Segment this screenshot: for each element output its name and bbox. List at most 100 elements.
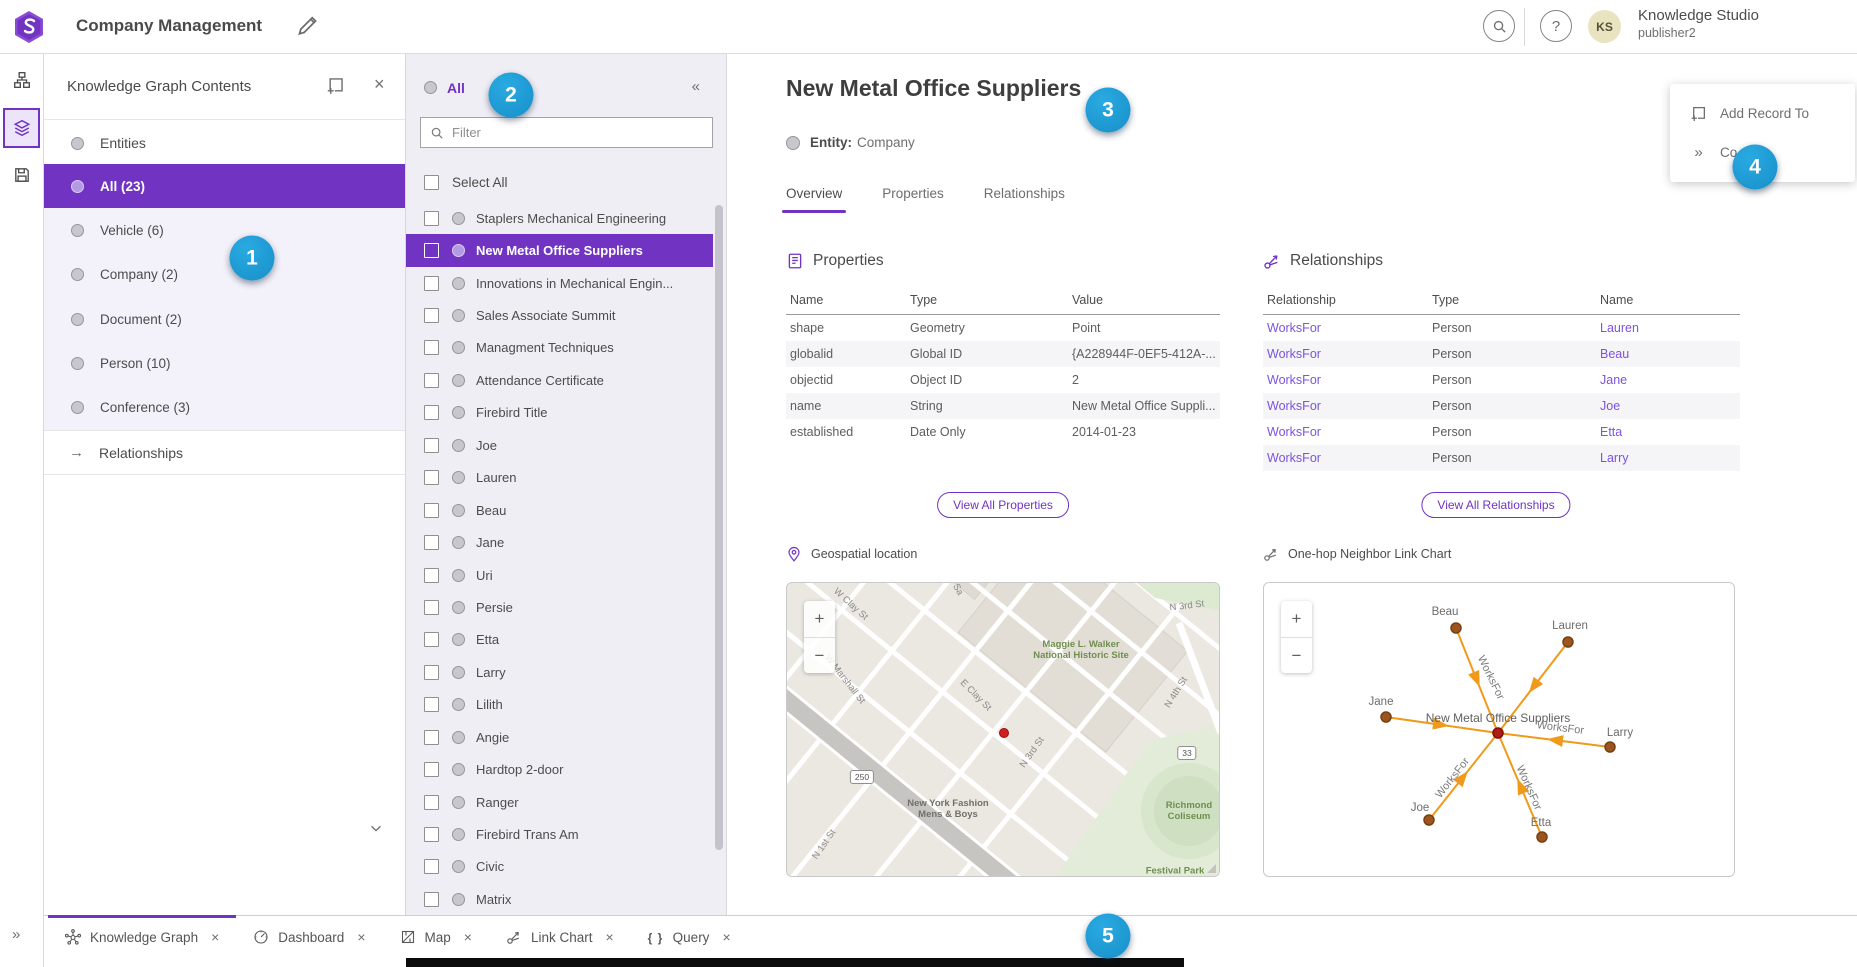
list-item[interactable]: New Metal Office Suppliers [406,234,713,266]
item-checkbox[interactable] [424,470,439,485]
chart-center-node[interactable] [1493,728,1503,738]
chart-edge[interactable] [1429,733,1498,820]
list-item[interactable]: Jane [406,526,713,558]
item-checkbox[interactable] [424,568,439,583]
close-tab-icon[interactable]: × [211,929,219,945]
tab-overview[interactable]: Overview [786,186,842,213]
tab-relationships[interactable]: Relationships [984,186,1065,213]
app-logo-icon[interactable] [12,10,46,44]
chart-node[interactable] [1605,742,1615,752]
filter-input[interactable] [452,125,712,140]
item-checkbox[interactable] [424,859,439,874]
list-item[interactable]: Angie [406,721,713,753]
table-cell[interactable]: WorksFor [1263,393,1428,419]
item-checkbox[interactable] [424,438,439,453]
list-item[interactable]: Lilith [406,689,713,721]
chart-node[interactable] [1537,832,1547,842]
list-item[interactable]: Attendance Certificate [406,364,713,396]
list-item[interactable]: Hardtop 2-door [406,753,713,785]
add-record-icon[interactable] [326,76,345,95]
column-header[interactable]: Name [1596,288,1740,315]
tab-properties[interactable]: Properties [882,186,944,213]
list-item[interactable]: Uri [406,559,713,591]
zoom-out-button[interactable]: − [804,637,835,673]
map-view[interactable]: W Clay StSaN 3rd StN 4th StMaggie L. Wal… [786,582,1220,877]
zoom-in-button[interactable]: + [804,601,835,637]
table-cell[interactable]: Jane [1596,367,1740,393]
avatar[interactable]: KS [1588,10,1621,43]
column-header[interactable]: Relationship [1263,288,1428,315]
entity-type-item[interactable]: Conference (3) [44,385,405,429]
table-cell[interactable]: WorksFor [1263,419,1428,445]
collapse-panel-icon[interactable]: « [692,78,700,95]
bottom-tab-knowledge-graph[interactable]: Knowledge Graph× [48,916,236,958]
list-item[interactable]: Staplers Mechanical Engineering [406,202,713,234]
search-button[interactable] [1483,10,1515,42]
entity-type-item[interactable]: Document (2) [44,297,405,341]
item-checkbox[interactable] [424,211,439,226]
relationships-section-header[interactable]: → Relationships [44,430,405,475]
bottom-tab-map[interactable]: Map× [383,916,489,958]
list-item[interactable]: Managment Techniques [406,332,713,364]
list-item[interactable]: Matrix [406,883,713,915]
entity-type-item[interactable]: All (23) [44,164,405,208]
chart-node[interactable] [1381,712,1391,722]
column-header[interactable]: Value [1068,288,1220,315]
scrollbar-thumb[interactable] [715,205,723,850]
list-item[interactable]: Lauren [406,462,713,494]
list-item[interactable]: Firebird Trans Am [406,818,713,850]
item-checkbox[interactable] [424,665,439,680]
chart-edge[interactable] [1498,733,1610,747]
save-icon[interactable] [13,166,31,184]
hierarchy-icon[interactable] [13,71,31,89]
item-checkbox[interactable] [424,308,439,323]
select-all-checkbox[interactable] [424,175,439,190]
list-item[interactable]: Civic [406,851,713,883]
item-checkbox[interactable] [424,405,439,420]
item-checkbox[interactable] [424,600,439,615]
item-checkbox[interactable] [424,340,439,355]
help-button[interactable]: ? [1540,10,1572,42]
table-cell[interactable]: WorksFor [1263,367,1428,393]
item-checkbox[interactable] [424,730,439,745]
menu-item-add-record-to[interactable]: Add Record To [1670,94,1855,133]
list-item[interactable]: Firebird Title [406,397,713,429]
zoom-in-button[interactable]: + [1281,601,1312,637]
entity-type-item[interactable]: Company (2) [44,253,405,297]
item-checkbox[interactable] [424,503,439,518]
list-item[interactable]: Larry [406,656,713,688]
close-tab-icon[interactable]: × [722,929,730,945]
map-attribution-icon[interactable] [1207,864,1216,873]
list-item[interactable]: Etta [406,624,713,656]
expand-rail-icon[interactable]: » [12,926,20,943]
bottom-tab-dashboard[interactable]: Dashboard× [236,916,382,958]
item-checkbox[interactable] [424,697,439,712]
column-header[interactable]: Type [906,288,1068,315]
item-checkbox[interactable] [424,827,439,842]
table-cell[interactable]: Etta [1596,419,1740,445]
view-all-relationships-button[interactable]: View All Relationships [1421,492,1570,518]
item-checkbox[interactable] [424,243,439,258]
select-all-row[interactable]: Select All [424,175,508,190]
list-item[interactable]: Joe [406,429,713,461]
table-cell[interactable]: Beau [1596,341,1740,367]
list-item[interactable]: Sales Associate Summit [406,299,713,331]
chart-node[interactable] [1451,623,1461,633]
bottom-tab-query[interactable]: { }Query× [631,916,748,958]
item-checkbox[interactable] [424,892,439,907]
entities-section-header[interactable]: Entities [44,122,405,164]
item-checkbox[interactable] [424,535,439,550]
chart-node[interactable] [1563,637,1573,647]
link-chart-view[interactable]: BeauLaurenJaneLarryJoeEttaNew Metal Offi… [1263,582,1735,877]
edit-title-icon[interactable] [295,14,319,38]
entity-location-dot[interactable] [1000,729,1009,738]
close-tab-icon[interactable]: × [464,929,472,945]
list-item[interactable]: Beau [406,494,713,526]
list-item[interactable]: Ranger [406,786,713,818]
column-header[interactable]: Name [786,288,906,315]
item-checkbox[interactable] [424,276,439,291]
chevron-down-icon[interactable] [369,821,383,835]
item-checkbox[interactable] [424,373,439,388]
item-checkbox[interactable] [424,632,439,647]
close-tab-icon[interactable]: × [357,929,365,945]
